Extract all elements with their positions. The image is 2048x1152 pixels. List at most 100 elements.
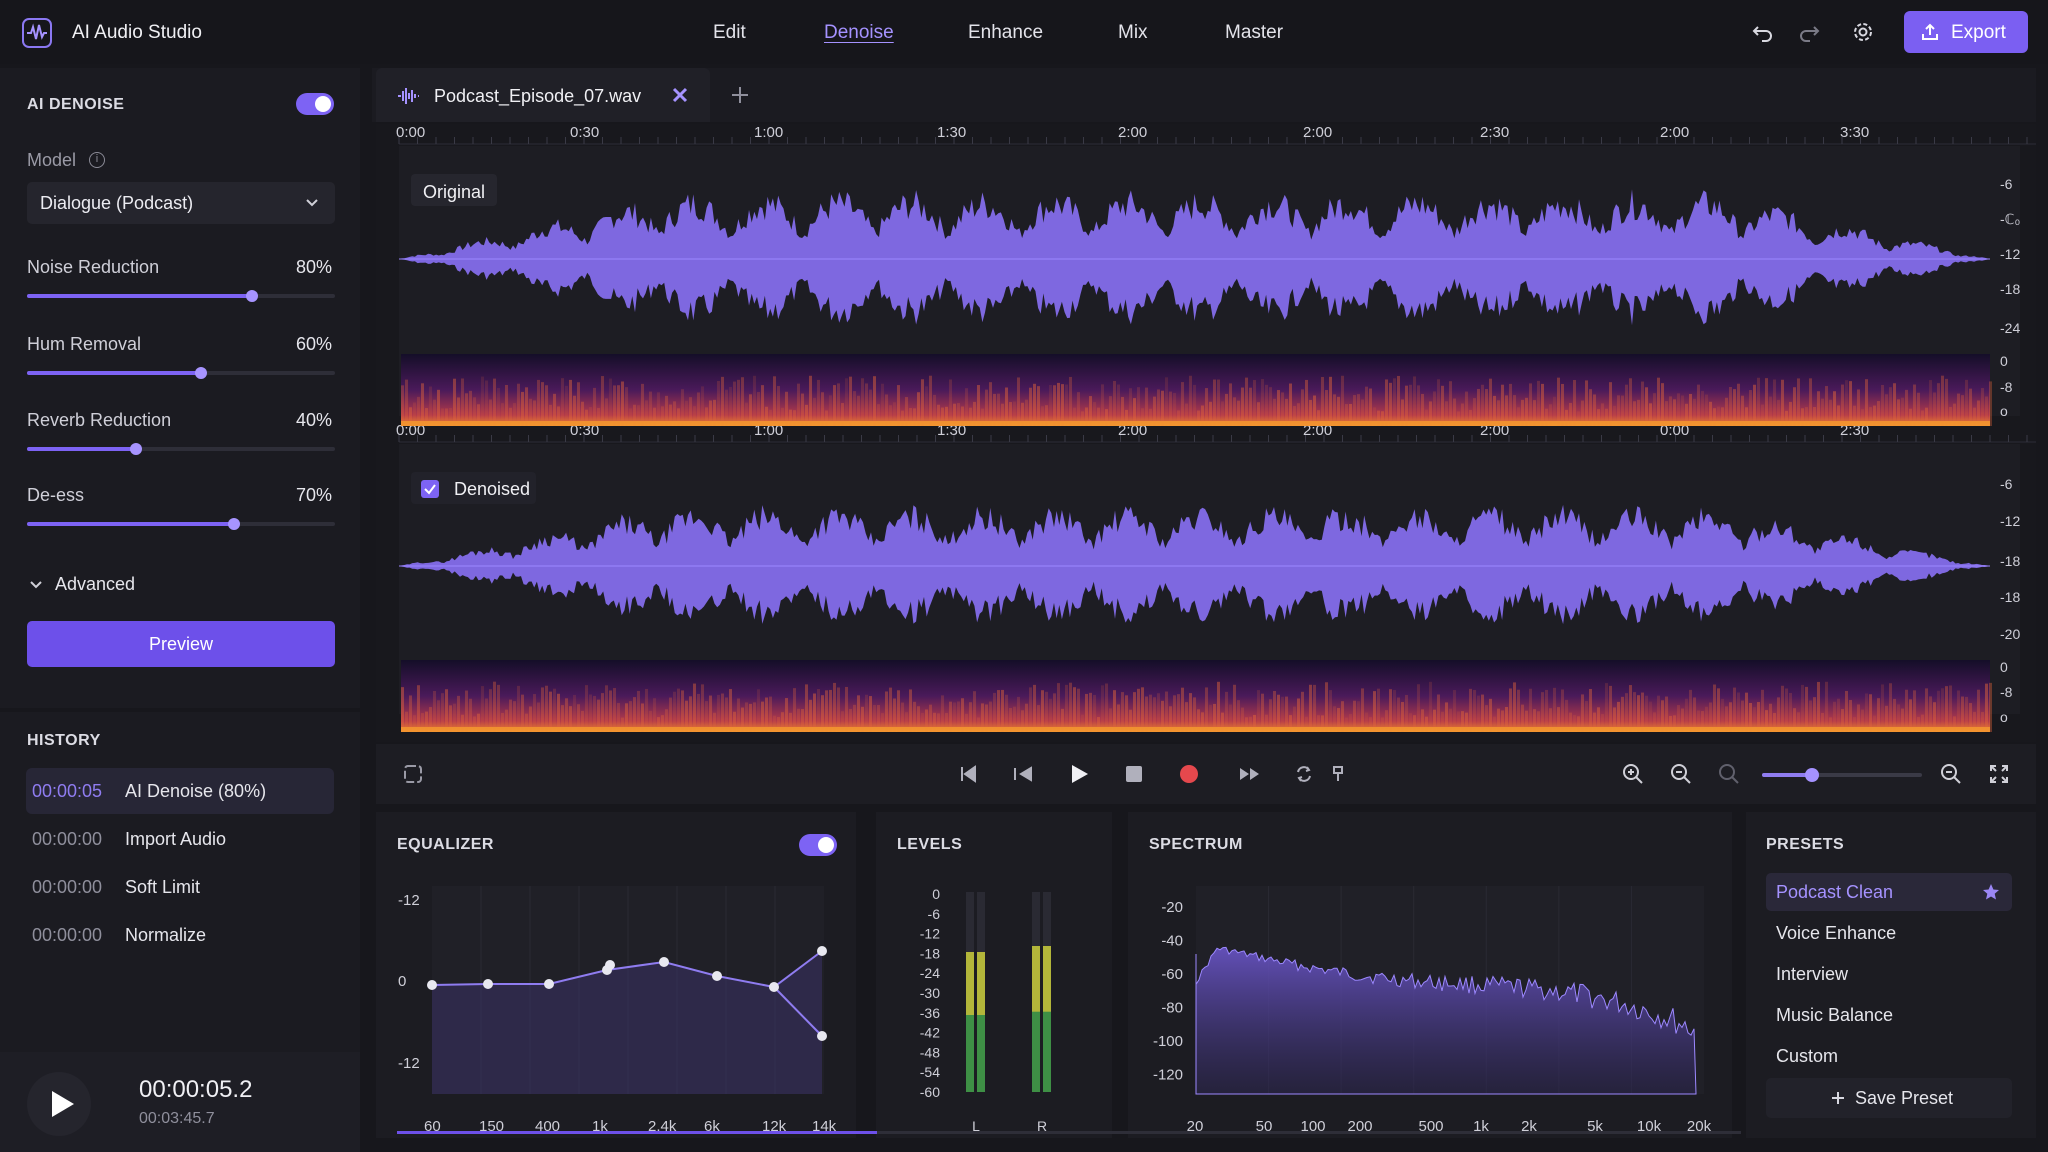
noise-reduction-slider[interactable] [27, 290, 335, 302]
history-item[interactable]: 00:00:00 Import Audio [26, 816, 334, 862]
star-icon[interactable] [1982, 883, 2000, 901]
original-spectrogram-band [1981, 388, 1984, 426]
zoom-fit-icon[interactable] [1718, 763, 1740, 785]
zoom-slider-knob[interactable] [1805, 768, 1819, 782]
file-tab[interactable]: Podcast_Episode_07.wav [376, 68, 710, 122]
loop-icon[interactable] [1294, 764, 1314, 784]
preset-item[interactable]: Podcast Clean [1766, 873, 2012, 911]
denoised-spectrogram-band [1977, 689, 1980, 732]
denoised-spectrogram-band [433, 690, 436, 732]
original-spectrogram-band [797, 383, 800, 426]
nav-tab-edit[interactable]: Edit [713, 22, 746, 44]
preview-button[interactable]: Preview [27, 621, 335, 667]
model-select[interactable]: Dialogue (Podcast) [27, 182, 335, 224]
reverb-reduction-slider[interactable] [27, 443, 335, 455]
levels-title: LEVELS [897, 836, 963, 853]
waveform-editor[interactable]: 0:00 0:30 1:00 1:30 2:00 2:00 2:30 2:00 3:30 0:00… [376, 124, 2036, 742]
original-spectrogram-band [1933, 392, 1936, 426]
redo-icon[interactable] [1793, 16, 1825, 48]
denoised-spectrogram-band [693, 683, 696, 732]
record-icon[interactable] [1178, 763, 1200, 785]
denoised-track-label[interactable]: Denoised [411, 472, 536, 504]
denoised-spectrogram-band [1665, 696, 1668, 732]
denoised-spectrogram-band [465, 690, 468, 732]
denoise-toggle[interactable] [296, 93, 334, 115]
original-spectrogram-band [1965, 379, 1968, 426]
advanced-toggle[interactable]: Advanced [27, 572, 227, 598]
original-spectrogram-band [989, 382, 992, 426]
denoised-checkbox[interactable] [421, 480, 439, 498]
zoom-slider[interactable] [1762, 768, 1922, 782]
upload-icon [1922, 23, 1938, 40]
history-item[interactable]: 00:00:00 Normalize [26, 912, 334, 958]
denoised-spectrogram-band [553, 688, 556, 732]
play-button[interactable] [27, 1072, 91, 1136]
history-action: Normalize [125, 925, 207, 945]
original-spectrogram-band [1817, 391, 1820, 426]
history-item[interactable]: 00:00:00 Soft Limit [26, 864, 334, 910]
save-preset-label: Save Preset [1855, 1088, 1954, 1108]
horizontal-scrollbar[interactable] [397, 1131, 1741, 1134]
denoised-spectrogram-band [825, 690, 828, 732]
equalizer-graph[interactable]: -120-1260 150 400 1k 2.4k 6k 12k 14k [376, 858, 856, 1138]
denoised-spectrogram-band [1313, 684, 1316, 732]
denoised-spectrogram-band [1329, 690, 1332, 732]
eq-y-tick: -12 [398, 1055, 420, 1072]
eq-band-handle [817, 946, 827, 956]
close-tab-icon[interactable] [670, 85, 690, 105]
de-ess-slider[interactable] [27, 518, 335, 530]
denoised-spectrogram-band [697, 693, 700, 732]
reverb-reduction-knob[interactable] [130, 443, 142, 455]
fast-forward-icon[interactable] [1238, 764, 1262, 784]
eq-band-handle [427, 980, 437, 990]
hum-removal-slider[interactable] [27, 367, 335, 379]
original-spectrogram-band [497, 387, 500, 426]
fullscreen-icon[interactable] [1988, 763, 2010, 785]
nav-tab-master[interactable]: Master [1225, 22, 1283, 44]
denoised-spectrogram-band [973, 691, 976, 732]
level-tick: -24 [920, 965, 940, 981]
settings-gear-icon[interactable] [1847, 16, 1879, 48]
preset-item[interactable]: Interview [1766, 955, 2012, 993]
undo-icon[interactable] [1747, 16, 1779, 48]
preset-item[interactable]: Custom [1766, 1037, 2012, 1075]
nav-tab-mix[interactable]: Mix [1118, 22, 1148, 44]
nav-tab-denoise[interactable]: Denoise [824, 22, 894, 44]
export-button[interactable]: Export [1904, 11, 2028, 53]
de-ess-knob[interactable] [228, 518, 240, 530]
original-spectrogram-band [1465, 391, 1468, 426]
save-preset-button[interactable]: Save Preset [1766, 1078, 2012, 1118]
play-icon[interactable] [1068, 763, 1090, 785]
total-time: 00:03:45.7 [139, 1110, 215, 1127]
original-spectrogram-band [1929, 380, 1932, 426]
preview-label: Preview [148, 634, 214, 654]
original-spectrogram-band [1937, 383, 1940, 426]
preset-item[interactable]: Voice Enhance [1766, 914, 2012, 952]
skip-to-start-icon[interactable] [958, 764, 978, 784]
zoom-out-icon[interactable] [1670, 763, 1692, 785]
denoised-spectrogram-band [1513, 682, 1516, 732]
denoised-spectrogram-band [1029, 687, 1032, 732]
original-spec-label: 0 [2000, 353, 2008, 369]
equalizer-toggle[interactable] [799, 834, 837, 856]
add-tab-icon[interactable] [730, 85, 750, 105]
zoom-in-icon[interactable] [1622, 763, 1644, 785]
denoised-spectrogram-band [1761, 689, 1764, 732]
denoised-spectrogram-band [1801, 684, 1804, 732]
preset-label: Voice Enhance [1776, 923, 1897, 943]
nav-tab-enhance[interactable]: Enhance [968, 22, 1043, 44]
loop-region-icon[interactable] [402, 763, 424, 785]
hum-removal-knob[interactable] [195, 367, 207, 379]
denoised-spectrogram-band [1609, 685, 1612, 732]
preset-item[interactable]: Music Balance [1766, 996, 2012, 1034]
history-item[interactable]: 00:00:05 AI Denoise (80%) [26, 768, 334, 814]
snap-icon[interactable] [1330, 764, 1346, 784]
rewind-icon[interactable] [1012, 764, 1034, 784]
noise-reduction-knob[interactable] [246, 290, 258, 302]
original-spectrogram-band [481, 376, 484, 426]
stop-icon[interactable] [1124, 764, 1144, 784]
denoised-spectrogram-band [1845, 690, 1848, 732]
de-ess-value: 70% [295, 485, 332, 505]
zoom-out-small-icon[interactable] [1940, 763, 1962, 785]
original-spectrogram-band [1249, 387, 1252, 426]
